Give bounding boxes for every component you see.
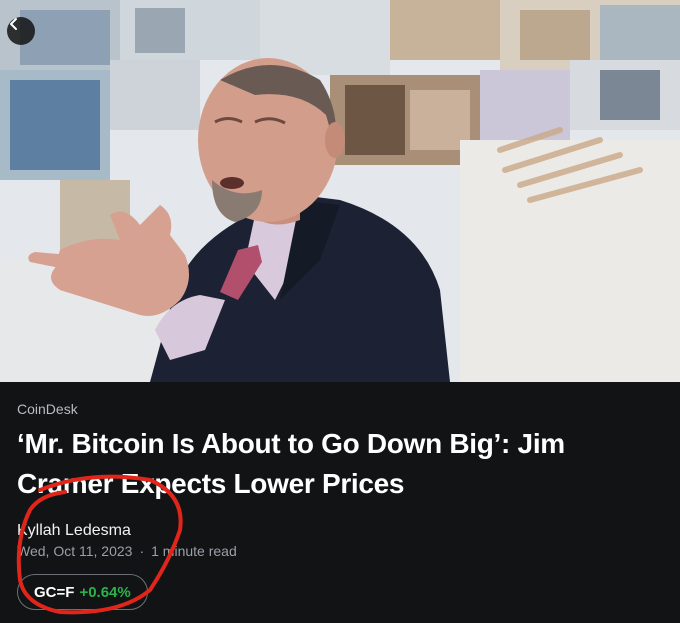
ticker-change: +0.64%: [79, 583, 131, 601]
meta-separator: ·: [139, 543, 145, 559]
ticker-symbol: GC=F: [34, 583, 75, 601]
chevron-left-icon: [10, 18, 17, 30]
hero-image: [0, 0, 680, 382]
article-date: Wed, Oct 11, 2023: [17, 543, 133, 559]
article-read-time: 1 minute read: [151, 543, 237, 559]
article-author[interactable]: Kyllah Ledesma: [17, 522, 131, 540]
article-source[interactable]: CoinDesk: [17, 401, 78, 417]
back-button[interactable]: [7, 17, 35, 45]
article-headline[interactable]: ‘Mr. Bitcoin Is About to Go Down Big’: J…: [17, 424, 657, 504]
article-meta: Wed, Oct 11, 2023 · 1 minute read: [17, 543, 237, 559]
ticker-chip[interactable]: GC=F +0.64%: [17, 574, 148, 610]
hero-photo-illustration: [0, 0, 680, 382]
